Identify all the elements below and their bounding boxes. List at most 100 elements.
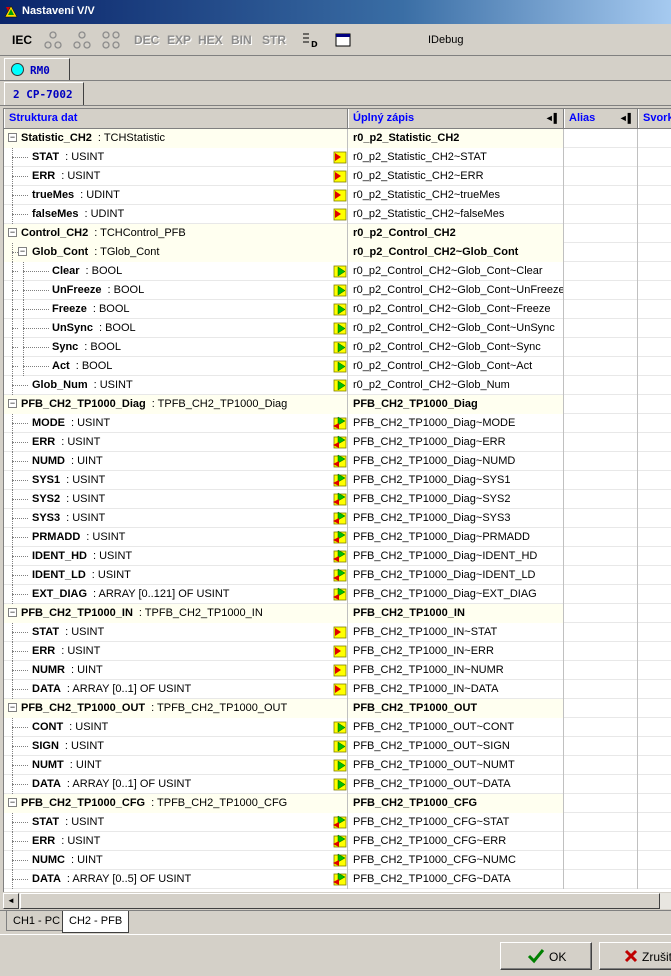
- bin-button[interactable]: BIN: [231, 33, 252, 47]
- dec-button[interactable]: DEC: [134, 33, 159, 47]
- alias-cell[interactable]: [564, 528, 638, 547]
- iec-button[interactable]: IEC: [12, 33, 32, 47]
- scroll-thumb[interactable]: [20, 893, 660, 909]
- tree-row[interactable]: EXT_DIAG: ARRAY [0..121] OF USINT PFB_CH2…: [4, 585, 671, 604]
- tree-row[interactable]: IDENT_LD: USINT PFB_CH2_TP1000_Diag~IDENT…: [4, 566, 671, 585]
- alias-cell[interactable]: [564, 186, 638, 205]
- tab-ch1-pc[interactable]: CH1 - PC: [6, 911, 68, 931]
- window-icon[interactable]: [334, 31, 352, 49]
- terminal-cell[interactable]: [638, 813, 671, 832]
- terminal-cell[interactable]: [638, 433, 671, 452]
- exp-button[interactable]: EXP: [167, 33, 191, 47]
- column-header-structure[interactable]: Struktura dat: [4, 109, 348, 128]
- alias-cell[interactable]: [564, 775, 638, 794]
- alias-cell[interactable]: [564, 243, 638, 262]
- terminal-cell[interactable]: [638, 566, 671, 585]
- alias-cell[interactable]: [564, 167, 638, 186]
- collapse-icon[interactable]: −: [8, 133, 17, 142]
- alias-cell[interactable]: [564, 433, 638, 452]
- terminal-cell[interactable]: [638, 509, 671, 528]
- alias-cell[interactable]: [564, 585, 638, 604]
- tree-group-row[interactable]: − Statistic_CH2: TCHStatistic r0_p2_Statis…: [4, 129, 671, 148]
- alias-cell[interactable]: [564, 604, 638, 623]
- tree-row[interactable]: ERR: USINT PFB_CH2_TP1000_IN~ERR: [4, 642, 671, 661]
- alias-cell[interactable]: [564, 281, 638, 300]
- tree-row[interactable]: DATA: ARRAY [0..1] OF USINT PFB_CH2_TP100…: [4, 680, 671, 699]
- tree-row[interactable]: SIGN: USINT PFB_CH2_TP1000_OUT~SIGN: [4, 737, 671, 756]
- tree-row[interactable]: MODE: USINT PFB_CH2_TP1000_Diag~MODE: [4, 414, 671, 433]
- alias-cell[interactable]: [564, 813, 638, 832]
- terminal-cell[interactable]: [638, 376, 671, 395]
- collapse-icon[interactable]: −: [8, 608, 17, 617]
- tree-row[interactable]: CONT: USINT PFB_CH2_TP1000_OUT~CONT: [4, 718, 671, 737]
- alias-cell[interactable]: [564, 414, 638, 433]
- collapse-icon[interactable]: −: [8, 798, 17, 807]
- tree-group-row[interactable]: − PFB_CH2_TP1000_OUT: TPFB_CH2_TP1000_OUT…: [4, 699, 671, 718]
- alias-cell[interactable]: [564, 794, 638, 813]
- terminal-cell[interactable]: [638, 718, 671, 737]
- terminal-cell[interactable]: [638, 186, 671, 205]
- hex-button[interactable]: HEX: [198, 33, 223, 47]
- alias-cell[interactable]: [564, 148, 638, 167]
- collapse-icon[interactable]: −: [8, 228, 17, 237]
- alias-cell[interactable]: [564, 718, 638, 737]
- column-header-full-name[interactable]: Úplný zápis ◄▌: [348, 109, 564, 128]
- alias-cell[interactable]: [564, 129, 638, 148]
- terminal-cell[interactable]: [638, 471, 671, 490]
- cancel-button[interactable]: Zrušit: [599, 942, 671, 970]
- alias-cell[interactable]: [564, 642, 638, 661]
- alias-cell[interactable]: [564, 395, 638, 414]
- alias-cell[interactable]: [564, 547, 638, 566]
- horizontal-scrollbar[interactable]: ◄: [3, 892, 671, 909]
- terminal-cell[interactable]: [638, 243, 671, 262]
- terminal-cell[interactable]: [638, 281, 671, 300]
- terminal-cell[interactable]: [638, 585, 671, 604]
- collapse-icon[interactable]: −: [18, 247, 27, 256]
- scroll-left-icon[interactable]: ◄: [3, 893, 19, 909]
- alias-cell[interactable]: [564, 680, 638, 699]
- terminal-cell[interactable]: [638, 224, 671, 243]
- terminal-cell[interactable]: [638, 870, 671, 889]
- module-tab[interactable]: 2 CP-7002: [4, 82, 84, 105]
- tree-row[interactable]: Act: BOOL r0_p2_Control_CH2~Glob_Cont~Act: [4, 357, 671, 376]
- tree-row[interactable]: ERR: USINT PFB_CH2_TP1000_Diag~ERR: [4, 433, 671, 452]
- tree-row[interactable]: SYS1: USINT PFB_CH2_TP1000_Diag~SYS1: [4, 471, 671, 490]
- alias-cell[interactable]: [564, 490, 638, 509]
- tree-group-row[interactable]: − PFB_CH2_TP1000_CFG: TPFB_CH2_TP1000_CFG…: [4, 794, 671, 813]
- alias-cell[interactable]: [564, 509, 638, 528]
- terminal-cell[interactable]: [638, 452, 671, 471]
- column-header-terminal[interactable]: Svork: [638, 109, 671, 128]
- station-tab[interactable]: RM0: [4, 58, 70, 80]
- str-button[interactable]: STR: [262, 33, 286, 47]
- alias-cell[interactable]: [564, 851, 638, 870]
- terminal-cell[interactable]: [638, 167, 671, 186]
- network-icon[interactable]: [44, 31, 62, 49]
- terminal-cell[interactable]: [638, 851, 671, 870]
- collapse-icon[interactable]: −: [8, 399, 17, 408]
- terminal-cell[interactable]: [638, 338, 671, 357]
- terminal-cell[interactable]: [638, 357, 671, 376]
- sort-icon[interactable]: D: [300, 31, 318, 49]
- tree-row[interactable]: STAT: USINT PFB_CH2_TP1000_CFG~STAT: [4, 813, 671, 832]
- terminal-cell[interactable]: [638, 737, 671, 756]
- terminal-cell[interactable]: [638, 699, 671, 718]
- terminal-cell[interactable]: [638, 319, 671, 338]
- tree-group-row[interactable]: − Glob_Cont: TGlob_Cont r0_p2_Control_CH2~…: [4, 243, 671, 262]
- tree-row[interactable]: SYS3: USINT PFB_CH2_TP1000_Diag~SYS3: [4, 509, 671, 528]
- alias-cell[interactable]: [564, 566, 638, 585]
- tree-row[interactable]: ERR: USINT r0_p2_Statistic_CH2~ERR: [4, 167, 671, 186]
- terminal-cell[interactable]: [638, 300, 671, 319]
- terminal-cell[interactable]: [638, 642, 671, 661]
- network-icon-2[interactable]: [73, 31, 91, 49]
- alias-cell[interactable]: [564, 300, 638, 319]
- alias-cell[interactable]: [564, 205, 638, 224]
- tree-row[interactable]: ERR: USINT PFB_CH2_TP1000_CFG~ERR: [4, 832, 671, 851]
- alias-cell[interactable]: [564, 756, 638, 775]
- terminal-cell[interactable]: [638, 661, 671, 680]
- terminal-cell[interactable]: [638, 148, 671, 167]
- terminal-cell[interactable]: [638, 262, 671, 281]
- terminal-cell[interactable]: [638, 775, 671, 794]
- alias-cell[interactable]: [564, 319, 638, 338]
- tree-row[interactable]: UnFreeze: BOOL r0_p2_Control_CH2~Glob_Con…: [4, 281, 671, 300]
- tree-group-row[interactable]: − Control_CH2: TCHControl_PFB r0_p2_Contro…: [4, 224, 671, 243]
